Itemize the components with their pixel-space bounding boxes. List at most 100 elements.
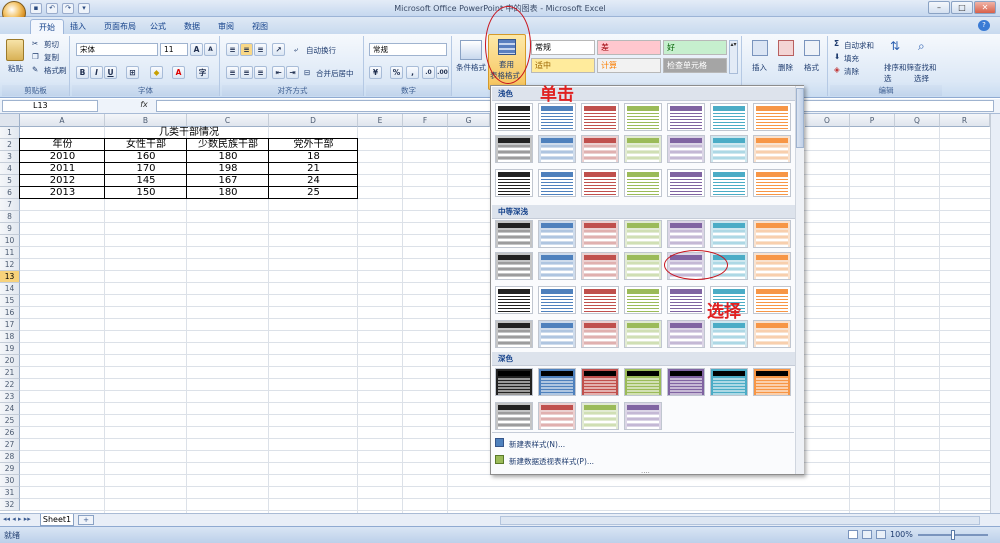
increase-indent-icon[interactable]: ⇥ — [286, 66, 299, 79]
col-header-r[interactable]: R — [940, 114, 990, 127]
light-style-swatch[interactable] — [710, 135, 748, 163]
row-header[interactable]: 26 — [0, 427, 20, 439]
phonetic-icon[interactable]: 字 — [196, 66, 209, 79]
row-header[interactable]: 17 — [0, 319, 20, 331]
sort-filter-icon[interactable]: ⇅ — [890, 39, 900, 53]
decrease-decimal-icon[interactable]: .00 — [436, 66, 449, 79]
medium-style-swatch[interactable] — [581, 320, 619, 348]
autosum-icon[interactable]: Σ — [834, 39, 839, 48]
save-icon[interactable]: ▪ — [30, 3, 42, 14]
col-header-d[interactable]: D — [269, 114, 358, 127]
delete-cells-button[interactable]: 删除 — [778, 62, 793, 73]
light-style-swatch[interactable] — [667, 169, 705, 197]
tab-view[interactable]: 视图 — [244, 19, 276, 34]
medium-style-swatch[interactable] — [538, 320, 576, 348]
row-header[interactable]: 31 — [0, 487, 20, 499]
conditional-format-icon[interactable] — [460, 40, 482, 60]
medium-style-swatch[interactable] — [753, 252, 791, 280]
style-calculation[interactable]: 计算 — [597, 58, 661, 73]
row-header[interactable]: 1 — [0, 127, 20, 139]
light-style-swatch[interactable] — [753, 169, 791, 197]
light-style-swatch[interactable] — [538, 135, 576, 163]
align-left-icon[interactable]: ≡ — [226, 66, 239, 79]
medium-style-swatch[interactable] — [753, 220, 791, 248]
bold-button[interactable]: B — [76, 66, 89, 79]
fx-icon[interactable]: fx — [134, 100, 154, 112]
format-painter-icon[interactable]: ✎ — [32, 65, 38, 74]
increase-decimal-icon[interactable]: .0 — [422, 66, 435, 79]
dark-style-swatch[interactable] — [495, 402, 533, 430]
medium-style-swatch[interactable] — [753, 286, 791, 314]
format-painter-button[interactable]: 格式刷 — [44, 65, 67, 76]
medium-style-swatch[interactable] — [667, 286, 705, 314]
merge-center-icon[interactable]: ⊟ — [304, 68, 310, 77]
medium-style-swatch[interactable] — [581, 252, 619, 280]
medium-style-swatch[interactable] — [710, 220, 748, 248]
cut-icon[interactable]: ✂ — [32, 39, 38, 48]
gallery-scroll-thumb[interactable] — [796, 88, 804, 148]
dark-style-swatch[interactable] — [667, 368, 705, 396]
row-header[interactable]: 32 — [0, 499, 20, 511]
medium-style-swatch[interactable] — [495, 252, 533, 280]
row-header[interactable]: 28 — [0, 451, 20, 463]
row-header[interactable]: 9 — [0, 223, 20, 235]
row-header[interactable]: 13 — [0, 271, 20, 283]
conditional-format-button[interactable]: 条件格式 — [456, 62, 486, 73]
row-header[interactable]: 22 — [0, 379, 20, 391]
row-header[interactable]: 19 — [0, 343, 20, 355]
dark-style-swatch[interactable] — [495, 368, 533, 396]
help-icon[interactable]: ? — [978, 20, 990, 31]
row-header[interactable]: 5 — [0, 175, 20, 187]
dark-style-swatch[interactable] — [710, 368, 748, 396]
find-select-icon[interactable]: ⌕ — [918, 39, 925, 54]
medium-style-swatch[interactable] — [581, 286, 619, 314]
fill-button[interactable]: 填充 — [844, 53, 859, 64]
horizontal-scrollbar[interactable] — [500, 516, 980, 525]
tab-insert[interactable]: 插入 — [62, 19, 94, 34]
page-break-view-icon[interactable] — [876, 530, 886, 539]
border-icon[interactable]: ⊞ — [126, 66, 139, 79]
row-header[interactable]: 23 — [0, 391, 20, 403]
style-neutral[interactable]: 适中 — [531, 58, 595, 73]
new-pivot-style-item[interactable]: 新建数据透视表样式(P)... — [509, 456, 594, 467]
col-header-p[interactable]: P — [850, 114, 895, 127]
row-header[interactable]: 6 — [0, 187, 20, 199]
row-header[interactable]: 24 — [0, 403, 20, 415]
customize-qat-icon[interactable]: ▾ — [78, 3, 90, 14]
close-button[interactable]: ✕ — [974, 1, 996, 14]
resize-grip-icon[interactable]: .... — [641, 467, 650, 475]
find-select-button[interactable]: 查找和选择 — [914, 62, 940, 84]
clear-icon[interactable]: ◈ — [834, 65, 840, 74]
font-size-select[interactable]: 11 — [160, 43, 188, 56]
font-color-icon[interactable]: A — [172, 66, 185, 79]
row-header[interactable]: 3 — [0, 151, 20, 163]
col-header-c[interactable]: C — [187, 114, 269, 127]
insert-sheet-icon[interactable]: + — [78, 515, 94, 525]
sort-filter-button[interactable]: 排序和筛选 — [884, 62, 914, 84]
medium-style-swatch[interactable] — [624, 320, 662, 348]
minimize-button[interactable]: – — [928, 1, 950, 14]
sheet-nav-icon[interactable]: ◂◂ ◂ ▸ ▸▸ — [3, 515, 31, 523]
medium-style-swatch[interactable] — [667, 320, 705, 348]
light-style-swatch[interactable] — [495, 103, 533, 131]
col-header-e[interactable]: E — [358, 114, 403, 127]
row-header[interactable]: 27 — [0, 439, 20, 451]
medium-style-swatch[interactable] — [495, 286, 533, 314]
medium-style-swatch[interactable] — [538, 286, 576, 314]
sheet-tab-sheet1[interactable]: Sheet1 — [40, 514, 74, 526]
light-style-swatch[interactable] — [710, 169, 748, 197]
light-style-swatch[interactable] — [753, 103, 791, 131]
col-header-f[interactable]: F — [403, 114, 448, 127]
underline-button[interactable]: U — [104, 66, 117, 79]
maximize-button[interactable]: □ — [951, 1, 973, 14]
clear-button[interactable]: 清除 — [844, 66, 859, 77]
row-header[interactable]: 10 — [0, 235, 20, 247]
col-header-g[interactable]: G — [448, 114, 490, 127]
dark-style-swatch[interactable] — [538, 402, 576, 430]
tab-data[interactable]: 数据 — [176, 19, 208, 34]
row-header[interactable]: 16 — [0, 307, 20, 319]
copy-button[interactable]: 复制 — [44, 52, 59, 63]
shrink-font-button[interactable]: A — [204, 43, 217, 56]
top-align-icon[interactable]: ≡ — [226, 43, 239, 56]
align-center-icon[interactable]: ≡ — [240, 66, 253, 79]
